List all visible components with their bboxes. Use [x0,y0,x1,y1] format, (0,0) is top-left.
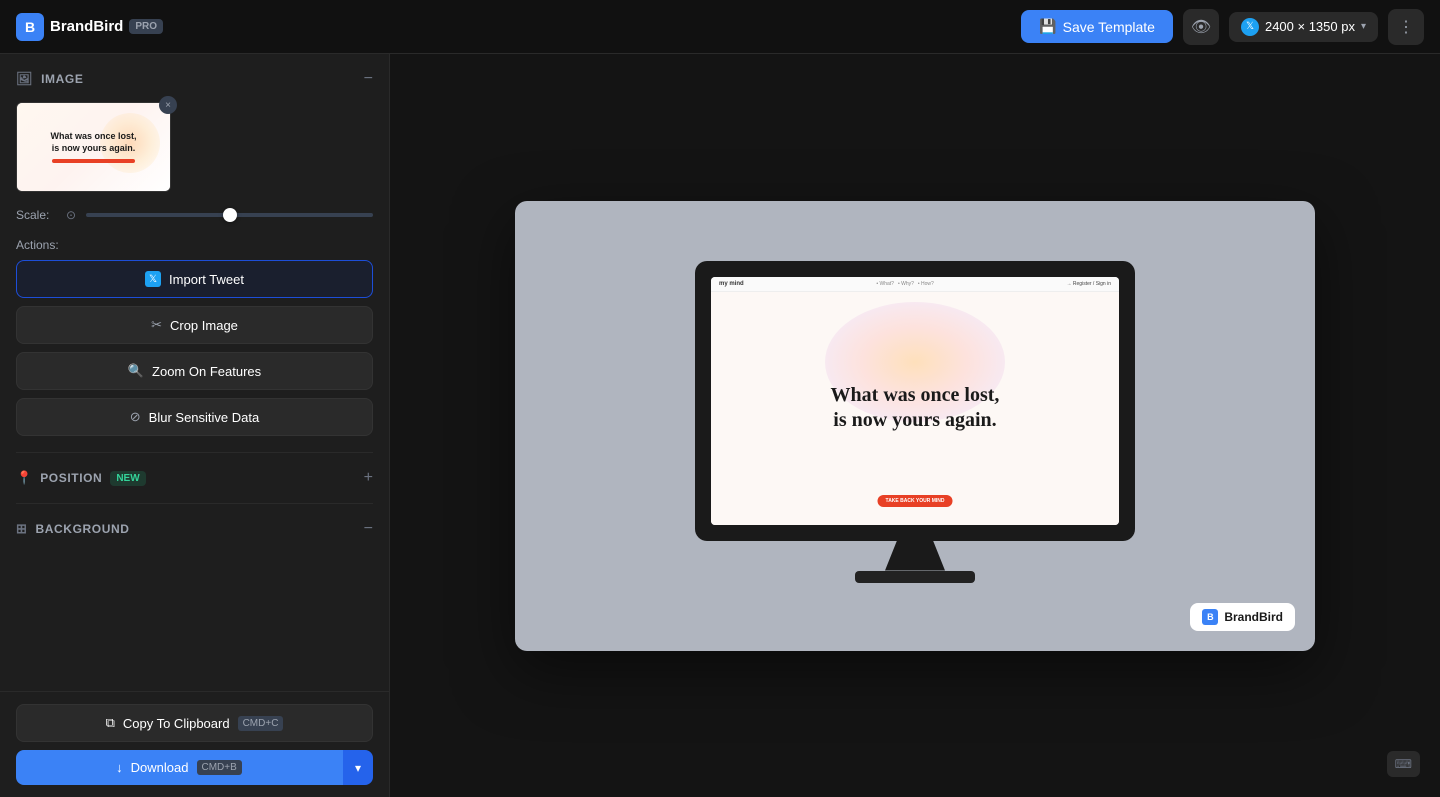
save-template-label: Save Template [1063,19,1155,35]
import-tweet-label: Import Tweet [169,272,244,287]
save-template-button[interactable]: 💾 Save Template [1021,10,1173,43]
download-button[interactable]: ↓ Download CMD+B [16,750,342,785]
main-layout: 🖼 IMAGE − What was once lost, is now you… [0,54,1440,797]
dimension-button[interactable]: 𝕏 2400 × 1350 px ▾ [1229,12,1378,42]
new-badge: NEW [110,471,145,486]
screen-nav: my mind • What? • Why? • How? → Register… [711,277,1119,292]
import-tweet-button[interactable]: 𝕏 Import Tweet [16,260,373,298]
image-preview-inner: What was once lost, is now yours again. [17,103,170,191]
keyboard-hint: ⌨ [1387,751,1420,777]
position-left: 📍 POSITION NEW [16,470,146,486]
position-title: POSITION [40,471,102,485]
header-right: 💾 Save Template 👁 𝕏 2400 × 1350 px ▾ ⋮ [1021,9,1424,45]
position-section: 📍 POSITION NEW + [16,469,373,487]
brand-name: BrandBird [50,18,123,35]
screen-nav-cta: → Register / Sign in [1067,281,1111,287]
left-panel: 🖼 IMAGE − What was once lost, is now you… [0,54,390,797]
brandbird-logo-icon: B [16,13,44,41]
background-icon: ⊞ [16,521,28,537]
zoom-icon: 🔍 [128,363,144,379]
image-title-text: IMAGE [41,72,83,86]
screen-nav-links: • What? • Why? • How? [876,281,933,287]
preview-bar [52,159,134,163]
left-panel-scroll: 🖼 IMAGE − What was once lost, is now you… [16,70,373,797]
divider-1 [16,452,373,453]
image-collapse-button[interactable]: − [364,70,373,88]
screen-content: What was once lost, is now yours again. … [711,292,1119,525]
twitter-icon: 𝕏 [1241,18,1259,36]
canvas-frame: my mind • What? • Why? • How? → Register… [515,201,1315,651]
nav-link-1: • What? [876,281,894,287]
brandbird-watermark: B BrandBird [1190,603,1295,631]
download-row: ↓ Download CMD+B ▾ [16,750,373,785]
brand-logo[interactable]: B BrandBird PRO [16,13,163,41]
divider-2 [16,503,373,504]
bottom-actions: ⧉ Copy To Clipboard CMD+C ↓ Download CMD… [0,691,389,797]
eye-icon: 👁 [1191,17,1211,37]
zoom-on-features-label: Zoom On Features [152,364,261,379]
copy-label: Copy To Clipboard [123,716,230,731]
blur-icon: ⊘ [130,409,141,425]
blur-sensitive-label: Blur Sensitive Data [149,410,260,425]
header: B BrandBird PRO 💾 Save Template 👁 𝕏 2400… [0,0,1440,54]
background-title-text: BACKGROUND [36,522,130,536]
image-section-header: 🖼 IMAGE − [16,70,373,88]
dimension-label: 2400 × 1350 px [1265,19,1355,34]
copy-to-clipboard-button[interactable]: ⧉ Copy To Clipboard CMD+C [16,704,373,742]
chevron-down-icon: ▾ [1361,21,1366,32]
position-add-button[interactable]: + [364,469,373,487]
image-preview-container: What was once lost, is now yours again. … [16,102,171,192]
chevron-down-icon: ▾ [355,761,361,775]
zoom-on-features-button[interactable]: 🔍 Zoom On Features [16,352,373,390]
background-section: ⊞ BACKGROUND − [16,520,373,538]
more-icon: ⋮ [1398,17,1414,37]
crop-icon: ✂ [151,317,162,333]
monitor-screen: my mind • What? • Why? • How? → Register… [711,277,1119,525]
monitor: my mind • What? • Why? • How? → Register… [695,261,1135,591]
crop-image-label: Crop Image [170,318,238,333]
monitor-stand [885,541,945,571]
background-title: ⊞ BACKGROUND [16,521,130,537]
watermark-icon: B [1202,609,1218,625]
canvas-area: my mind • What? • Why? • How? → Register… [390,54,1440,797]
screen-nav-logo: my mind [719,281,744,287]
copy-shortcut: CMD+C [238,716,284,731]
scale-label: Scale: [16,208,56,222]
monitor-screen-inner: my mind • What? • Why? • How? → Register… [711,277,1119,525]
blur-sensitive-button[interactable]: ⊘ Blur Sensitive Data [16,398,373,436]
pro-badge: PRO [129,19,163,34]
header-left: B BrandBird PRO [16,13,163,41]
nav-link-3: • How? [918,281,934,287]
download-options-button[interactable]: ▾ [342,750,373,785]
watermark-label: BrandBird [1224,610,1283,624]
more-options-button[interactable]: ⋮ [1388,9,1424,45]
keyboard-icon: ⌨ [1395,757,1412,771]
copy-icon: ⧉ [106,715,115,731]
download-label: Download [131,760,189,775]
download-shortcut: CMD+B [197,760,242,775]
screen-cta-button: TAKE BACK YOUR MIND [878,495,953,507]
nav-link-2: • Why? [898,281,914,287]
monitor-base [855,571,975,583]
position-icon: 📍 [16,470,32,486]
monitor-body: my mind • What? • Why? • How? → Register… [695,261,1135,541]
preview-text: What was once lost, is now yours again. [50,131,136,154]
scale-slider[interactable] [86,213,373,217]
image-preview[interactable]: What was once lost, is now yours again. [16,102,171,192]
scale-row: Scale: ⊙ [16,208,373,222]
image-section-icon: 🖼 [16,71,33,87]
twitter-btn-icon: 𝕏 [145,271,161,287]
actions-label: Actions: [16,238,373,252]
download-icon: ↓ [116,760,123,775]
image-section-title: 🖼 IMAGE [16,71,83,87]
remove-image-button[interactable]: × [159,96,177,114]
crop-image-button[interactable]: ✂ Crop Image [16,306,373,344]
preview-button[interactable]: 👁 [1183,9,1219,45]
save-icon: 💾 [1039,18,1056,35]
scale-icon: ⊙ [66,208,76,222]
screen-headline: What was once lost, is now yours again. [831,383,1000,433]
background-collapse-button[interactable]: − [364,520,373,538]
